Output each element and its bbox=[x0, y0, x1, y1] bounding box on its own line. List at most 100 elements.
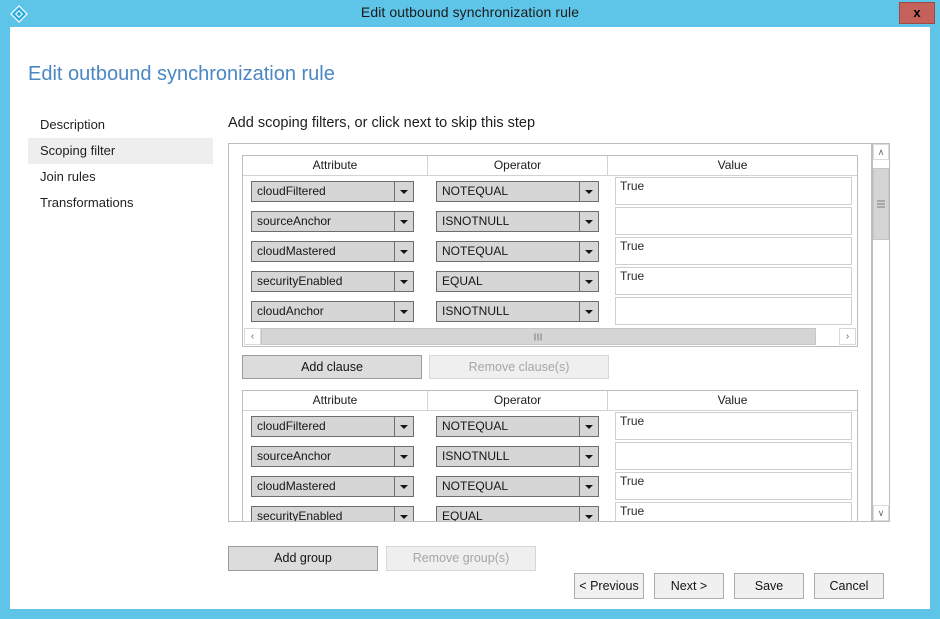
chevron-down-icon[interactable] bbox=[394, 476, 413, 496]
table-row: sourceAnchor ISNOTNULL bbox=[243, 206, 857, 236]
operator-dropdown[interactable]: ISNOTNULL bbox=[436, 445, 599, 467]
attribute-cell: cloudAnchor bbox=[243, 296, 428, 326]
chevron-down-icon[interactable] bbox=[579, 506, 598, 521]
chevron-down-icon[interactable] bbox=[579, 416, 598, 436]
value-cell bbox=[608, 441, 857, 471]
attribute-dropdown[interactable]: cloudFiltered bbox=[251, 180, 414, 202]
vscroll-thumb[interactable] bbox=[873, 168, 889, 240]
value-cell: True bbox=[608, 176, 857, 206]
operator-dropdown-value: NOTEQUAL bbox=[442, 418, 509, 433]
value-input[interactable]: True bbox=[615, 237, 852, 265]
close-button[interactable]: x bbox=[899, 2, 935, 24]
attribute-dropdown[interactable]: sourceAnchor bbox=[251, 445, 414, 467]
operator-dropdown[interactable]: ISNOTNULL bbox=[436, 300, 599, 322]
operator-dropdown[interactable]: ISNOTNULL bbox=[436, 210, 599, 232]
sidebar-nav: Description Scoping filter Join rules Tr… bbox=[28, 112, 213, 216]
attribute-cell: securityEnabled bbox=[243, 266, 428, 296]
sidebar-item-transformations[interactable]: Transformations bbox=[28, 190, 213, 216]
filter-group: Attribute Operator Value cloudFiltered N… bbox=[242, 155, 858, 347]
chevron-down-icon[interactable] bbox=[579, 476, 598, 496]
hscroll-track[interactable] bbox=[261, 328, 839, 345]
value-input[interactable]: True bbox=[615, 472, 852, 500]
add-group-button[interactable]: Add group bbox=[228, 546, 378, 571]
horizontal-scrollbar[interactable]: ‹ › bbox=[244, 328, 856, 345]
scroll-down-icon[interactable]: ∨ bbox=[873, 505, 889, 521]
previous-button[interactable]: < Previous bbox=[574, 573, 644, 599]
next-button[interactable]: Next > bbox=[654, 573, 724, 599]
operator-dropdown-value: ISNOTNULL bbox=[442, 213, 510, 228]
attribute-dropdown[interactable]: securityEnabled bbox=[251, 505, 414, 522]
add-clause-button[interactable]: Add clause bbox=[242, 355, 422, 379]
chevron-down-icon[interactable] bbox=[579, 181, 598, 201]
attribute-dropdown[interactable]: securityEnabled bbox=[251, 270, 414, 292]
operator-dropdown[interactable]: NOTEQUAL bbox=[436, 180, 599, 202]
chevron-down-icon[interactable] bbox=[579, 241, 598, 261]
operator-dropdown[interactable]: EQUAL bbox=[436, 270, 599, 292]
remove-clause-button[interactable]: Remove clause(s) bbox=[429, 355, 609, 379]
operator-dropdown[interactable]: NOTEQUAL bbox=[436, 475, 599, 497]
value-input[interactable]: True bbox=[615, 412, 852, 440]
value-cell: True bbox=[608, 266, 857, 296]
table-row: sourceAnchor ISNOTNULL bbox=[243, 441, 857, 471]
value-cell bbox=[608, 206, 857, 236]
chevron-down-icon[interactable] bbox=[394, 506, 413, 521]
hscroll-thumb[interactable] bbox=[261, 328, 816, 345]
value-input[interactable]: True bbox=[615, 502, 852, 521]
operator-dropdown-value: ISNOTNULL bbox=[442, 303, 510, 318]
scroll-up-icon[interactable]: ∧ bbox=[873, 144, 889, 160]
window-title: Edit outbound synchronization rule bbox=[360, 4, 580, 20]
value-cell: True bbox=[608, 471, 857, 501]
operator-cell: NOTEQUAL bbox=[428, 471, 608, 501]
value-input[interactable]: True bbox=[615, 177, 852, 205]
chevron-down-icon[interactable] bbox=[394, 241, 413, 261]
chevron-down-icon[interactable] bbox=[579, 271, 598, 291]
chevron-down-icon[interactable] bbox=[394, 211, 413, 231]
save-button[interactable]: Save bbox=[734, 573, 804, 599]
column-header-attribute: Attribute bbox=[243, 156, 428, 175]
cancel-button[interactable]: Cancel bbox=[814, 573, 884, 599]
chevron-down-icon[interactable] bbox=[394, 271, 413, 291]
sidebar-item-scoping-filter[interactable]: Scoping filter bbox=[28, 138, 213, 164]
operator-dropdown[interactable]: EQUAL bbox=[436, 505, 599, 522]
value-cell: True bbox=[608, 411, 857, 441]
chevron-down-icon[interactable] bbox=[579, 446, 598, 466]
chevron-down-icon[interactable] bbox=[394, 416, 413, 436]
chevron-down-icon[interactable] bbox=[394, 446, 413, 466]
dialog-window: Edit outbound synchronization rule x Edi… bbox=[0, 0, 940, 619]
value-input[interactable] bbox=[615, 297, 852, 325]
chevron-down-icon[interactable] bbox=[579, 301, 598, 321]
attribute-dropdown-value: securityEnabled bbox=[257, 508, 343, 522]
remove-group-button[interactable]: Remove group(s) bbox=[386, 546, 536, 571]
operator-cell: NOTEQUAL bbox=[428, 236, 608, 266]
chevron-down-icon[interactable] bbox=[394, 181, 413, 201]
sidebar-item-description[interactable]: Description bbox=[28, 112, 213, 138]
clause-button-row: Add clause Remove clause(s) bbox=[242, 355, 858, 379]
attribute-dropdown[interactable]: cloudMastered bbox=[251, 240, 414, 262]
attribute-dropdown[interactable]: sourceAnchor bbox=[251, 210, 414, 232]
operator-dropdown-value: EQUAL bbox=[442, 273, 483, 288]
attribute-dropdown[interactable]: cloudAnchor bbox=[251, 300, 414, 322]
scoping-filter-panel: Attribute Operator Value cloudFiltered N… bbox=[228, 143, 872, 522]
operator-dropdown-value: EQUAL bbox=[442, 508, 483, 522]
chevron-down-icon[interactable] bbox=[394, 301, 413, 321]
attribute-dropdown-value: cloudFiltered bbox=[257, 183, 326, 198]
instruction-text: Add scoping filters, or click next to sk… bbox=[228, 115, 536, 131]
vertical-scrollbar[interactable]: ∧ ∨ bbox=[872, 143, 890, 522]
operator-dropdown[interactable]: NOTEQUAL bbox=[436, 240, 599, 262]
value-input[interactable]: True bbox=[615, 267, 852, 295]
attribute-dropdown[interactable]: cloudMastered bbox=[251, 475, 414, 497]
attribute-cell: cloudFiltered bbox=[243, 411, 428, 441]
scroll-right-icon[interactable]: › bbox=[839, 328, 856, 345]
value-cell bbox=[608, 296, 857, 326]
value-input[interactable] bbox=[615, 442, 852, 470]
chevron-down-icon[interactable] bbox=[579, 211, 598, 231]
attribute-dropdown[interactable]: cloudFiltered bbox=[251, 415, 414, 437]
attribute-dropdown-value: sourceAnchor bbox=[257, 213, 332, 228]
scroll-left-icon[interactable]: ‹ bbox=[244, 328, 261, 345]
column-header-value: Value bbox=[717, 393, 748, 407]
value-input[interactable] bbox=[615, 207, 852, 235]
attribute-cell: securityEnabled bbox=[243, 501, 428, 522]
operator-dropdown[interactable]: NOTEQUAL bbox=[436, 415, 599, 437]
sidebar-item-join-rules[interactable]: Join rules bbox=[28, 164, 213, 190]
attribute-dropdown-value: cloudMastered bbox=[257, 243, 336, 258]
